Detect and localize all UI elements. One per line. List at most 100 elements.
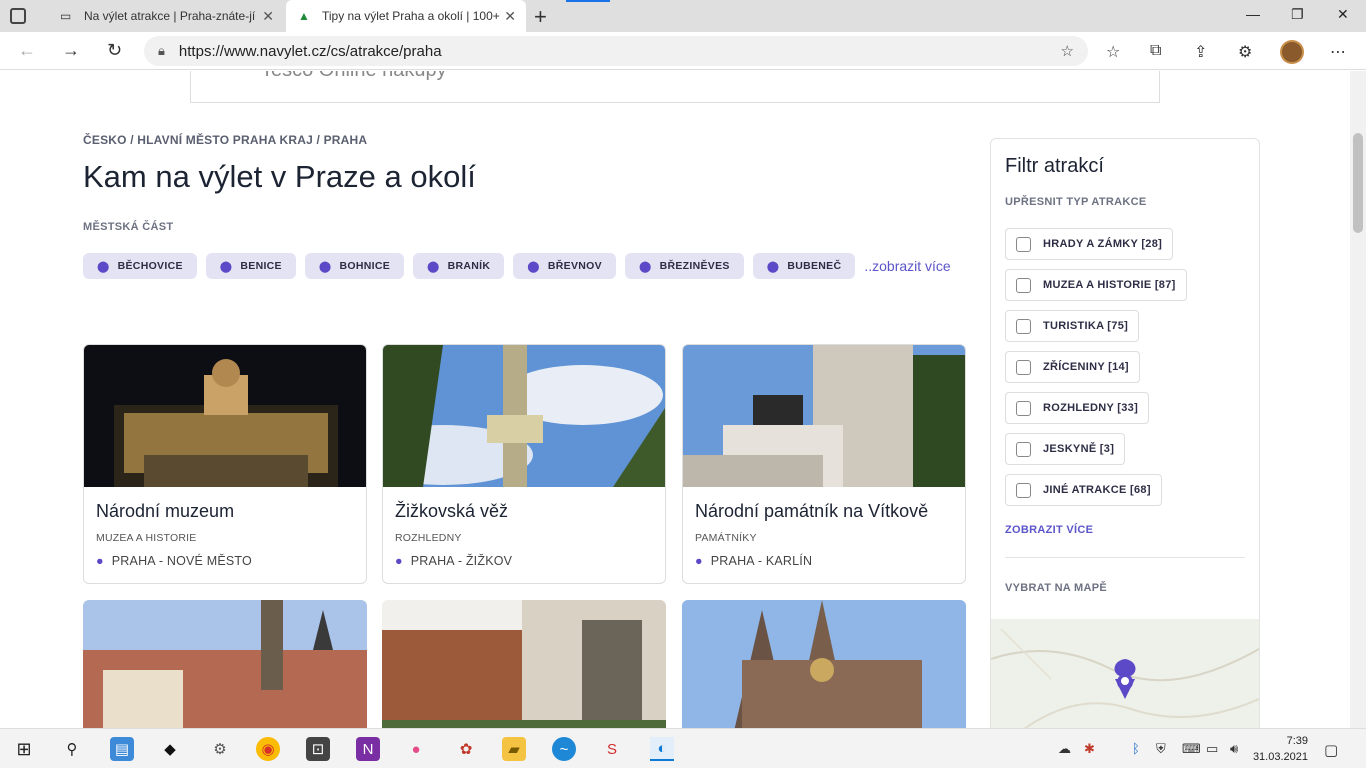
url-text: https://www.navylet.cz/cs/atrakce/praha — [178, 42, 442, 60]
close-icon[interactable]: ✕ — [262, 8, 274, 25]
security-icon[interactable]: ◆ — [158, 737, 182, 761]
tab-active[interactable]: ▲ Tipy na výlet Praha a okolí | 100+ ✕ — [286, 0, 526, 32]
keyboard-icon[interactable]: ⌨ — [1182, 741, 1201, 757]
clock[interactable]: 7:39 31.03.2021 — [1253, 733, 1308, 765]
checkbox[interactable] — [1016, 236, 1031, 252]
breadcrumb[interactable]: ČESKO / HLAVNÍ MĚSTO PRAHA KRAJ / PRAHA — [83, 133, 367, 147]
new-tab-icon[interactable]: + — [534, 4, 547, 30]
page-viewport: Tesco Online nákupy ČESKO / HLAVNÍ MĚSTO… — [0, 71, 1350, 728]
attraction-card[interactable] — [682, 600, 966, 728]
control-panel-icon[interactable]: ▤ — [110, 737, 134, 761]
close-icon[interactable]: ✕ — [504, 8, 516, 25]
attraction-card[interactable]: Národní památník na Vítkově PAMÁTNÍKY ● P… — [682, 344, 966, 584]
store-icon[interactable]: ⊡ — [306, 737, 330, 761]
add-favorite-icon[interactable]: ☆ — [1061, 42, 1074, 60]
tab-inactive[interactable]: ▭ Na výlet atrakce | Praha-znáte-jí ✕ — [48, 0, 284, 32]
attraction-card[interactable] — [83, 600, 367, 728]
start-icon[interactable]: ⊞ — [12, 737, 36, 761]
app-icon[interactable]: ✿ — [454, 737, 478, 761]
more-icon[interactable]: ⋯ — [1330, 42, 1346, 62]
file-explorer-icon[interactable]: ▰ — [502, 737, 526, 761]
location-pin-icon: ⬤ — [219, 260, 233, 273]
attraction-card[interactable]: Žižkovská věž ROZHLEDNY ● PRAHA - ŽIŽKOV — [382, 344, 666, 584]
map[interactable] — [991, 619, 1259, 728]
filter-checkbox-caves[interactable]: JESKYNĚ [3] — [1005, 433, 1126, 465]
shield-icon[interactable]: ⛨ — [1156, 741, 1166, 757]
attraction-card[interactable] — [382, 600, 666, 728]
location-pin-icon: ⬤ — [427, 260, 440, 273]
share-icon[interactable]: ⇪ — [1194, 42, 1207, 62]
search-icon[interactable]: ⚲ — [60, 737, 84, 761]
minimize-icon[interactable]: — — [1246, 6, 1260, 22]
filter-checkbox-ruins[interactable]: ZŘÍCENINY [14] — [1005, 351, 1140, 383]
clock-time: 7:39 — [1286, 735, 1308, 747]
app-icon[interactable]: ~ — [552, 737, 576, 761]
address-toolbar: ← → ↻ 🔒︎ https://www.navylet.cz/cs/atrak… — [0, 32, 1366, 70]
back-icon[interactable]: ← — [18, 40, 36, 61]
district-chip[interactable]: ⬤ BŘEVNOV — [513, 253, 616, 279]
settings-icon[interactable]: ⚙ — [208, 737, 232, 761]
checkbox[interactable] — [1016, 277, 1031, 293]
attraction-image[interactable] — [682, 600, 966, 728]
scrollbar-thumb[interactable] — [1353, 133, 1363, 233]
onenote-icon[interactable]: N — [356, 737, 380, 761]
district-chip[interactable]: ⬤ BENICE — [205, 253, 296, 279]
attraction-image[interactable] — [683, 345, 965, 487]
filter-checkbox-lookouts[interactable]: ROZHLEDNY [33] — [1005, 392, 1150, 424]
district-chip[interactable]: ⬤ BOHNICE — [304, 253, 405, 279]
filter-title: Filtr atrakcí — [1005, 155, 1104, 177]
page-icon: ▭ — [60, 9, 72, 23]
district-chip[interactable]: ⬤ BŘEZINĚVES — [624, 253, 744, 279]
app-icon[interactable]: S — [600, 737, 624, 761]
attraction-title[interactable]: Národní památník na Vítkově — [695, 501, 928, 522]
district-chip[interactable]: ⬤ BĚCHOVICE — [83, 253, 197, 279]
edge-icon[interactable]: ◐ — [650, 737, 674, 761]
bluetooth-icon[interactable]: ᛒ — [1132, 741, 1140, 756]
filter-checkbox-hiking[interactable]: TURISTIKA [75] — [1005, 310, 1140, 342]
attraction-image[interactable] — [382, 600, 666, 728]
attraction-location: ● PRAHA - KARLÍN — [695, 554, 813, 568]
show-more-districts-link[interactable]: ..zobrazit více — [864, 258, 950, 274]
avatar[interactable] — [1280, 40, 1304, 64]
district-chip[interactable]: ⬤ BRANÍK — [413, 253, 505, 279]
lock-icon[interactable]: 🔒︎ — [158, 43, 165, 59]
location-pin-icon: ⬤ — [766, 260, 780, 273]
close-window-icon[interactable]: ✕ — [1337, 6, 1349, 23]
chrome-icon[interactable]: ◉ — [256, 737, 280, 761]
antivirus-icon[interactable]: ✱ — [1084, 741, 1095, 757]
checkbox[interactable] — [1016, 400, 1031, 416]
extensions-icon[interactable]: ⚙ — [1238, 42, 1252, 62]
attraction-image[interactable] — [383, 345, 665, 487]
filter-checkbox-museums[interactable]: MUZEA A HISTORIE [87] — [1005, 269, 1187, 301]
collections-icon[interactable]: ⧉ — [1150, 42, 1161, 60]
refresh-icon[interactable]: ↻ — [107, 40, 122, 61]
checkbox[interactable] — [1016, 482, 1031, 498]
notifications-icon[interactable]: ▢ — [1324, 741, 1338, 759]
attraction-image[interactable] — [84, 345, 366, 487]
divider — [1005, 557, 1245, 558]
ad-banner[interactable]: Tesco Online nákupy — [190, 71, 1160, 103]
attraction-title[interactable]: Národní muzeum — [96, 501, 234, 522]
paint-icon[interactable]: ● — [404, 737, 428, 761]
page-scrollbar[interactable] — [1350, 71, 1366, 728]
forward-icon[interactable]: → — [62, 40, 80, 61]
volume-icon[interactable]: 🔊︎ — [1230, 741, 1238, 757]
maximize-icon[interactable]: ❐ — [1291, 6, 1304, 23]
district-chip[interactable]: ⬤ BUBENEČ — [752, 253, 856, 279]
show-more-filters-link[interactable]: ZOBRAZIT VÍCE — [1005, 524, 1093, 536]
filter-checkbox-other[interactable]: JINÉ ATRAKCE [68] — [1005, 474, 1162, 506]
checkbox[interactable] — [1016, 318, 1031, 334]
attraction-card[interactable]: Národní muzeum MUZEA A HISTORIE ● PRAHA -… — [83, 344, 367, 584]
favorites-icon[interactable]: ☆ — [1106, 42, 1120, 62]
district-chips: ⬤ BĚCHOVICE ⬤ BENICE ⬤ BOHNICE ⬤ BRANÍK ⬤ BŘE… — [83, 253, 951, 279]
attraction-title[interactable]: Žižkovská věž — [395, 501, 508, 522]
loading-indicator — [566, 0, 610, 2]
attraction-image[interactable] — [83, 600, 367, 728]
network-icon[interactable]: ▭ — [1206, 741, 1218, 757]
filter-checkbox-castles[interactable]: HRADY A ZÁMKY [28] — [1005, 228, 1174, 260]
checkbox[interactable] — [1016, 441, 1031, 457]
checkbox[interactable] — [1016, 359, 1031, 375]
cloud-icon[interactable]: ☁ — [1058, 741, 1071, 757]
tab-actions-icon[interactable] — [10, 8, 26, 24]
address-bar[interactable]: 🔒︎ https://www.navylet.cz/cs/atrakce/pra… — [144, 36, 1088, 66]
